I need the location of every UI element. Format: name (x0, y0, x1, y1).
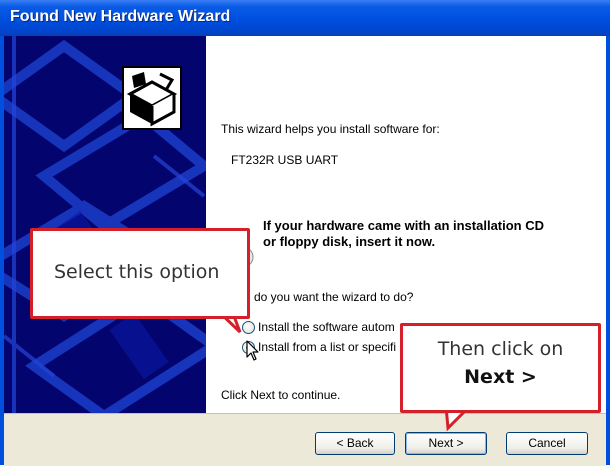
callout-select-option-text: Select this option (54, 261, 220, 283)
title-bar[interactable]: Found New Hardware Wizard (0, 0, 610, 36)
option-install-automatically-label[interactable]: Install the software autom (258, 320, 395, 334)
mouse-cursor-icon (246, 340, 260, 367)
radio-install-automatically[interactable] (242, 321, 255, 334)
window-frame-right (606, 36, 610, 465)
wizard-sidebar-graphic (4, 36, 206, 413)
intro-text: This wizard helps you install software f… (221, 122, 440, 136)
next-button[interactable]: Next > (405, 432, 487, 455)
callout1-tail-seam (219, 307, 234, 312)
callout-click-next: Then click on Next > (400, 323, 601, 413)
option-install-from-list-label[interactable]: Install from a list or specifi (258, 340, 396, 354)
cd-prompt-line2: or floppy disk, insert it now. (263, 234, 436, 249)
cd-prompt: If your hardware came with an installati… (263, 218, 544, 250)
button-bar: < Back Next > Cancel (4, 413, 606, 466)
question-text: do you want the wizard to do? (254, 290, 414, 304)
callout-click-next-line2: Next > (464, 366, 537, 388)
hardware-box-icon (122, 66, 182, 130)
back-button[interactable]: < Back (315, 432, 395, 455)
window-title: Found New Hardware Wizard (10, 8, 231, 25)
cancel-button[interactable]: Cancel (506, 432, 588, 455)
cd-prompt-line1: If your hardware came with an installati… (263, 218, 545, 233)
callout2-tail-seam (448, 401, 468, 406)
callout-select-option: Select this option (30, 228, 250, 319)
callout-click-next-line1: Then click on (437, 338, 564, 360)
continue-text: Click Next to continue. (221, 388, 341, 402)
device-name: FT232R USB UART (231, 153, 339, 167)
